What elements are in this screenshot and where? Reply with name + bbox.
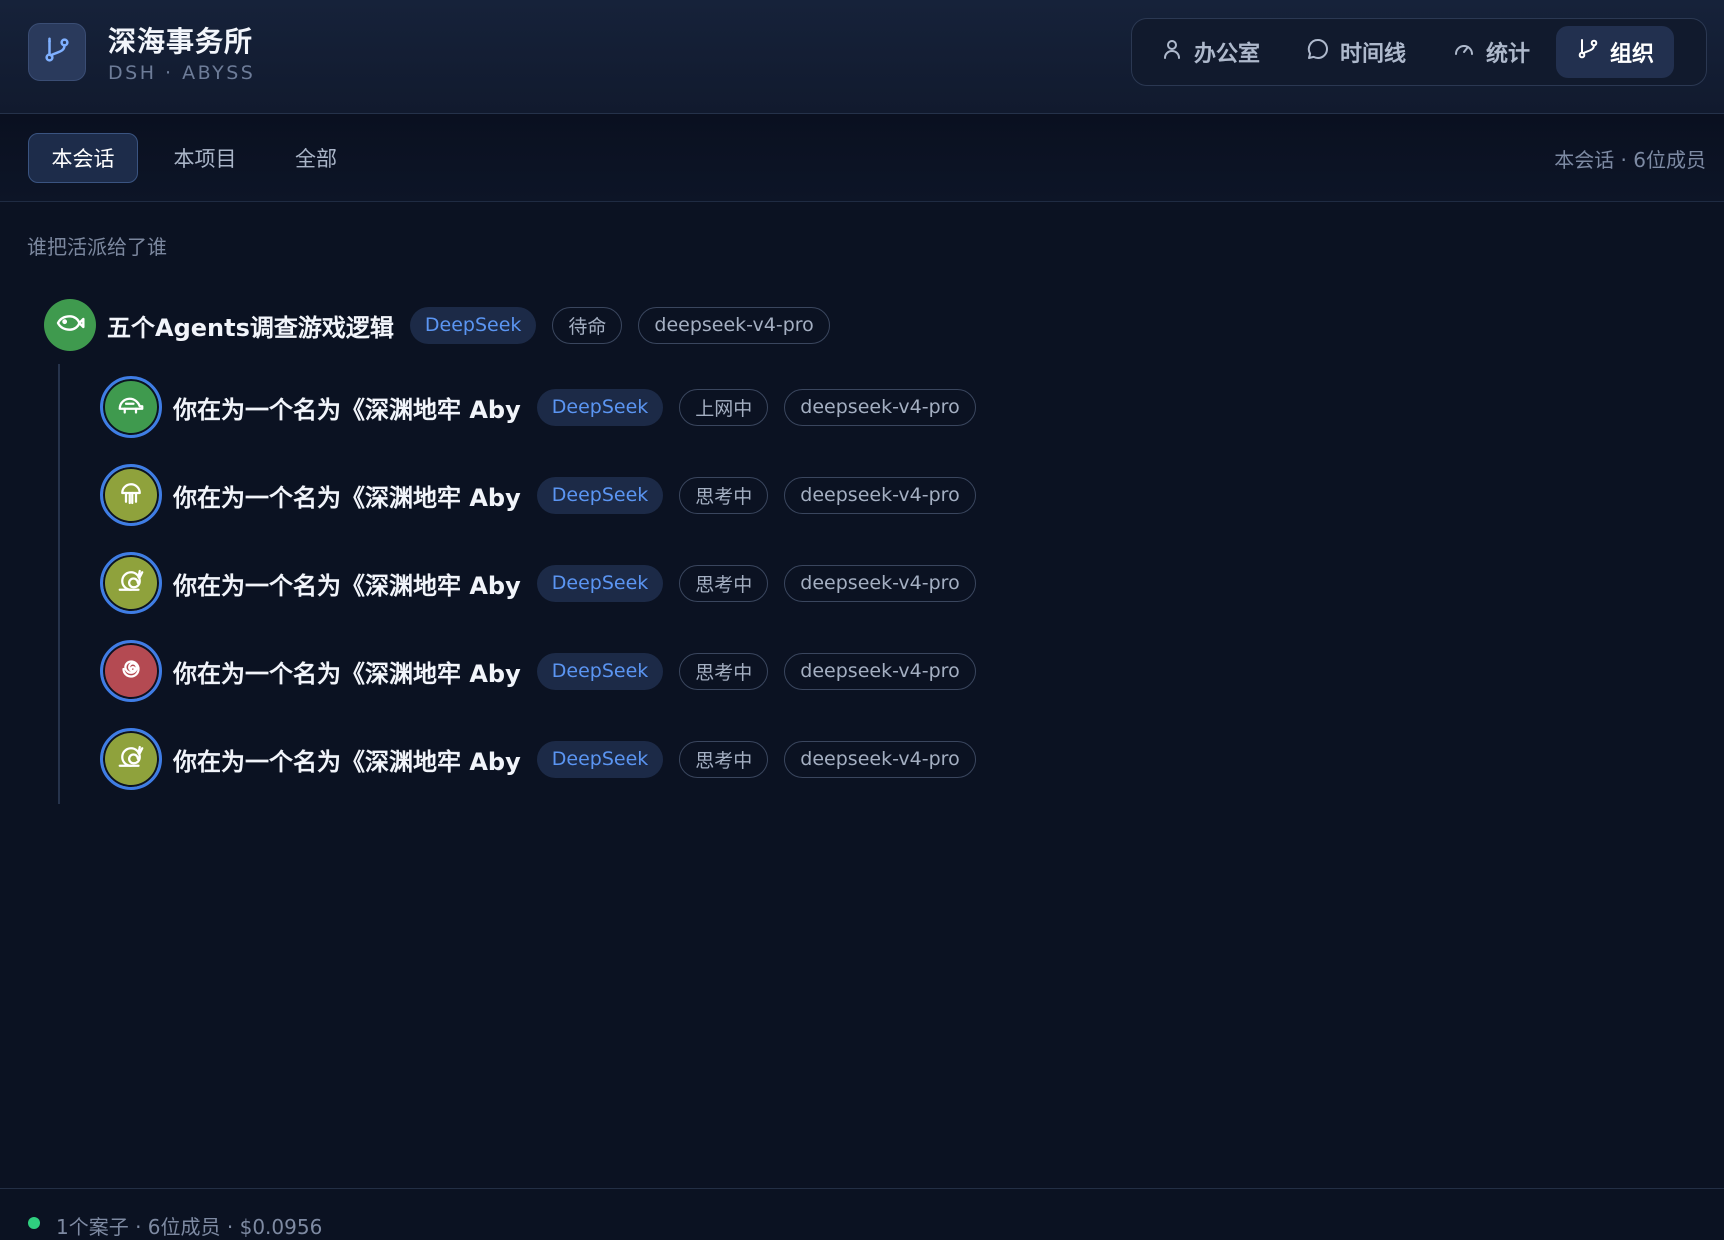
avatar xyxy=(100,728,162,790)
status-dot xyxy=(28,1217,40,1229)
footer-summary: 1个案子 · 6位成员 · $0.0956 xyxy=(56,1211,322,1240)
main-nav: 办公室 时间线 统计 组 xyxy=(1131,18,1707,86)
nav-item-office[interactable]: 办公室 xyxy=(1140,26,1280,78)
scope-tabbar: 本会话 本项目 全部 xyxy=(0,114,1724,202)
agent-title: 你在为一个名为《深渊地牢 Aby xyxy=(173,566,521,601)
model-badge: deepseek-v4-pro xyxy=(638,307,829,344)
git-branch-icon xyxy=(1576,37,1600,67)
agent-child-row[interactable]: 你在为一个名为《深渊地牢 Aby DeepSeek 上网中 deepseek-v… xyxy=(100,377,992,437)
avatar xyxy=(100,552,162,614)
tab-project[interactable]: 本项目 xyxy=(150,133,260,183)
nav-item-label: 统计 xyxy=(1486,36,1530,68)
model-badge: deepseek-v4-pro xyxy=(784,389,975,426)
nav-item-stats[interactable]: 统计 xyxy=(1432,26,1550,78)
status-badge: 思考中 xyxy=(679,565,768,602)
agent-child-row[interactable]: 你在为一个名为《深渊地牢 Aby DeepSeek 思考中 deepseek-v… xyxy=(100,553,992,613)
model-badge: deepseek-v4-pro xyxy=(784,477,975,514)
git-branch-icon xyxy=(42,35,72,69)
provider-badge: DeepSeek xyxy=(410,307,537,344)
section-caption: 谁把活派给了谁 xyxy=(27,231,167,260)
tab-session[interactable]: 本会话 xyxy=(28,133,138,183)
nav-item-label: 时间线 xyxy=(1340,36,1406,68)
avatar xyxy=(44,299,96,351)
agent-root-row[interactable]: 五个Agents调查游戏逻辑 DeepSeek 待命 deepseek-v4-p… xyxy=(44,295,846,355)
turtle-icon xyxy=(116,390,146,424)
nav-item-label: 办公室 xyxy=(1194,36,1260,68)
status-badge: 待命 xyxy=(552,307,622,344)
agent-title: 你在为一个名为《深渊地牢 Aby xyxy=(173,742,521,777)
status-badge: 思考中 xyxy=(679,741,768,778)
chat-bubble-icon xyxy=(1306,37,1330,67)
avatar xyxy=(100,376,162,438)
user-icon xyxy=(1160,37,1184,67)
spiral-icon xyxy=(116,654,146,688)
model-badge: deepseek-v4-pro xyxy=(784,565,975,602)
fish-icon xyxy=(54,307,86,343)
agent-child-row[interactable]: 你在为一个名为《深渊地牢 Aby DeepSeek 思考中 deepseek-v… xyxy=(100,641,992,701)
provider-badge: DeepSeek xyxy=(537,653,664,690)
app-header: 深海事务所 DSH · ABYSS 办公室 时间线 xyxy=(0,0,1724,114)
nav-item-label: 组织 xyxy=(1610,36,1654,68)
tree-connector xyxy=(58,364,60,804)
gauge-icon xyxy=(1452,37,1476,67)
agent-child-row[interactable]: 你在为一个名为《深渊地牢 Aby DeepSeek 思考中 deepseek-v… xyxy=(100,465,992,525)
app-logo[interactable] xyxy=(28,23,86,81)
model-badge: deepseek-v4-pro xyxy=(784,653,975,690)
provider-badge: DeepSeek xyxy=(537,389,664,426)
app-subtitle: DSH · ABYSS xyxy=(108,62,255,84)
agent-title: 你在为一个名为《深渊地牢 Aby xyxy=(173,390,521,425)
status-footer: 1个案子 · 6位成员 · $0.0956 xyxy=(0,1188,1724,1238)
jellyfish-icon xyxy=(116,478,146,512)
status-badge: 思考中 xyxy=(679,653,768,690)
tab-all[interactable]: 全部 xyxy=(272,133,360,183)
agent-child-row[interactable]: 你在为一个名为《深渊地牢 Aby DeepSeek 思考中 deepseek-v… xyxy=(100,729,992,789)
agent-title: 你在为一个名为《深渊地牢 Aby xyxy=(173,478,521,513)
snail-icon xyxy=(116,742,146,776)
provider-badge: DeepSeek xyxy=(537,477,664,514)
status-badge: 思考中 xyxy=(679,477,768,514)
status-badge: 上网中 xyxy=(679,389,768,426)
member-summary: 本会话 · 6位成员 xyxy=(1554,144,1706,173)
provider-badge: DeepSeek xyxy=(537,565,664,602)
agent-title: 你在为一个名为《深渊地牢 Aby xyxy=(173,654,521,689)
provider-badge: DeepSeek xyxy=(537,741,664,778)
agent-title: 五个Agents调查游戏逻辑 xyxy=(107,308,394,343)
nav-item-org[interactable]: 组织 xyxy=(1556,26,1674,78)
snail-icon xyxy=(116,566,146,600)
avatar xyxy=(100,464,162,526)
app-title: 深海事务所 xyxy=(108,20,253,60)
avatar xyxy=(100,640,162,702)
nav-item-timeline[interactable]: 时间线 xyxy=(1286,26,1426,78)
model-badge: deepseek-v4-pro xyxy=(784,741,975,778)
